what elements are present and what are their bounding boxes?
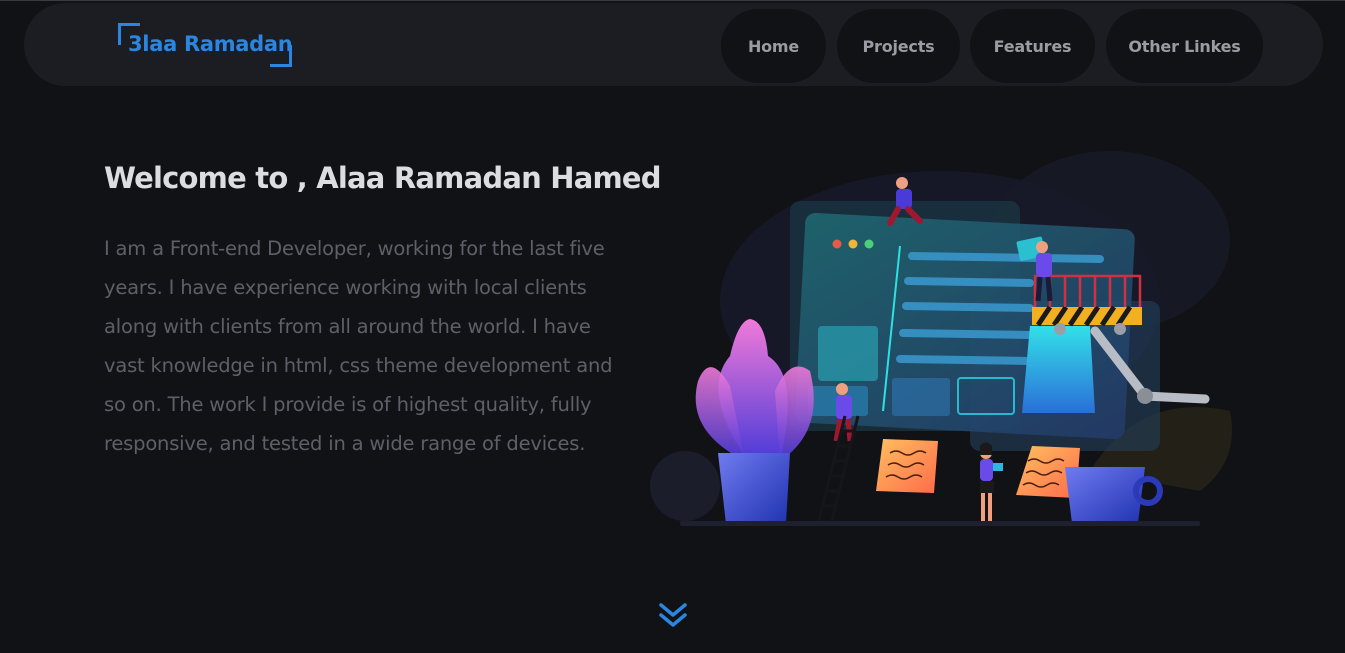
cyan-panel [1022,326,1095,413]
window-dot-red [832,239,842,249]
nav-other-links[interactable]: Other Linkes [1106,9,1263,83]
bg-blob [650,451,720,521]
left-card [818,326,878,381]
lift-joint [1137,388,1153,404]
person-standing [980,442,1003,521]
developer-team-illustration [650,151,1232,526]
nav-projects[interactable]: Projects [837,9,960,83]
hero-description: I am a Front-end Developer, working for … [104,237,613,455]
window-dot-yellow [848,239,858,249]
cup [1065,467,1145,523]
ground [680,521,1200,526]
window-dot-green [864,239,874,249]
logo-text[interactable]: 3laa Ramadan [128,32,293,56]
sticky-note-left [876,439,938,493]
hero-title: Welcome to , Alaa Ramadan Hamed [104,161,662,195]
lift-wheel [1054,323,1066,335]
bottom-card [892,378,950,416]
nav-home[interactable]: Home [721,9,826,83]
double-chevron-down-icon[interactable] [657,599,689,631]
nav-features[interactable]: Features [970,9,1095,83]
lift-wheel [1114,323,1126,335]
site-header: 3laa Ramadan Home Projects Features Othe… [24,3,1323,86]
plant-pot [718,453,790,524]
logo[interactable]: 3laa Ramadan [118,23,293,67]
